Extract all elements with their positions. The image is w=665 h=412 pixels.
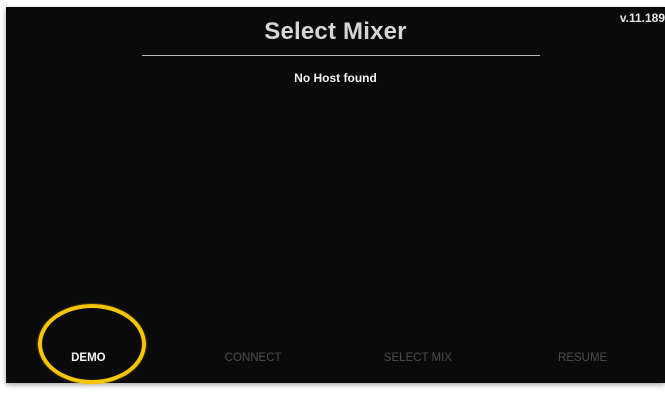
- select-mix-button[interactable]: SELECT MIX: [336, 343, 501, 373]
- demo-button[interactable]: DEMO: [6, 343, 171, 373]
- title-divider: [142, 55, 540, 56]
- mixer-select-screen: v.11.189 Select Mixer No Host found DEMO…: [6, 7, 665, 383]
- resume-button[interactable]: RESUME: [500, 343, 665, 373]
- page-title: Select Mixer: [264, 18, 407, 45]
- host-status-message: No Host found: [294, 71, 377, 85]
- bottom-action-bar: DEMO CONNECT SELECT MIX RESUME: [6, 343, 665, 373]
- connect-button[interactable]: CONNECT: [171, 343, 336, 373]
